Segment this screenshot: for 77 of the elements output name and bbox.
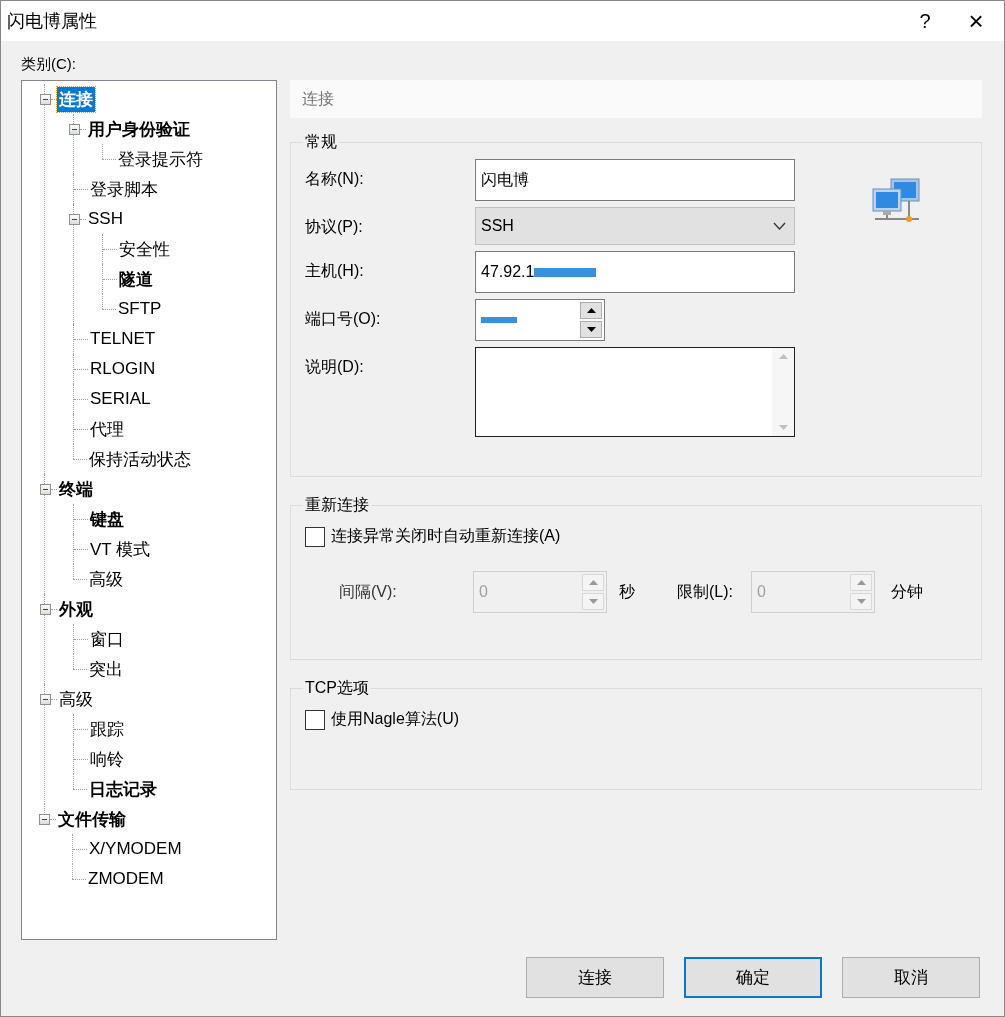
tree-item[interactable]: 连接 xyxy=(57,86,95,112)
field-label: 限制(L): xyxy=(677,581,734,602)
collapse-icon[interactable] xyxy=(69,123,80,135)
tree-item[interactable]: TELNET xyxy=(88,328,158,350)
category-label: 类别(C): xyxy=(21,55,77,74)
collapse-icon[interactable] xyxy=(39,813,50,825)
field-label: 主机(H): xyxy=(305,261,365,281)
spin-up-button[interactable] xyxy=(580,302,602,319)
checkbox[interactable] xyxy=(305,526,325,547)
tree-item[interactable]: 用户身份验证 xyxy=(86,116,192,142)
tree-item[interactable]: 窗口 xyxy=(88,626,126,652)
tree-item[interactable]: 文件传输 xyxy=(56,806,128,832)
field-label: 说明(D): xyxy=(305,357,365,377)
page-header: 连接 xyxy=(290,80,982,118)
tree-item[interactable]: 登录脚本 xyxy=(88,176,160,202)
spin-field[interactable] xyxy=(475,299,605,341)
tree-item[interactable]: SFTP xyxy=(116,298,164,320)
tree-item[interactable]: 高级 xyxy=(57,686,95,712)
up-arrow-icon xyxy=(588,580,598,585)
field-label: 间隔(V): xyxy=(339,581,398,602)
tree-item[interactable]: ZMODEM xyxy=(86,868,166,890)
description-field[interactable] xyxy=(475,347,795,437)
tree-item[interactable]: 键盘 xyxy=(88,506,126,532)
tree-item[interactable]: 跟踪 xyxy=(88,716,126,742)
tree-item[interactable]: X/YMODEM xyxy=(87,838,184,860)
down-arrow-icon xyxy=(588,599,598,604)
tree-item[interactable]: 登录提示符 xyxy=(116,146,205,172)
group-title: TCP选项 xyxy=(304,678,370,698)
scroll-up-icon xyxy=(778,354,788,359)
checkbox[interactable] xyxy=(305,709,325,730)
group-title: 重新连接 xyxy=(304,495,370,515)
redaction-mark xyxy=(481,316,517,324)
tree-item[interactable]: 高级 xyxy=(87,566,125,592)
host-field[interactable]: 47.92.1 xyxy=(475,251,795,293)
tree-item[interactable]: 突出 xyxy=(87,656,125,682)
close-button[interactable]: × xyxy=(948,1,1004,41)
tree-item[interactable]: 日志记录 xyxy=(87,776,159,802)
collapse-icon[interactable] xyxy=(40,693,51,705)
protocol-dropdown[interactable]: SSH xyxy=(475,207,795,245)
tree-item[interactable]: 安全性 xyxy=(117,236,172,262)
field-label: 协议(P): xyxy=(305,217,364,237)
tree-item[interactable]: 隧道 xyxy=(117,266,155,292)
down-arrow-icon xyxy=(856,599,866,604)
collapse-icon[interactable] xyxy=(40,483,51,495)
network-computers-icon xyxy=(871,177,923,225)
field-label: 端口号(O): xyxy=(305,309,382,329)
dialog-button[interactable]: 确定 xyxy=(684,957,822,998)
help-button[interactable]: ? xyxy=(902,1,948,41)
spin-down-button[interactable] xyxy=(580,321,602,338)
tree-item[interactable]: 终端 xyxy=(57,476,95,502)
tree-item[interactable]: 外观 xyxy=(57,596,95,622)
window-title: 闪电博属性 xyxy=(7,10,98,33)
chevron-down-icon xyxy=(773,222,786,230)
tree-item[interactable]: 响铃 xyxy=(88,746,126,772)
tree-item[interactable]: 代理 xyxy=(88,416,126,442)
dialog-button[interactable]: 取消 xyxy=(842,957,980,998)
checkbox-label: 使用Nagle算法(U) xyxy=(331,709,459,729)
tree-item[interactable]: 保持活动状态 xyxy=(87,446,193,472)
field-label: 名称(N): xyxy=(305,169,365,189)
up-arrow-icon xyxy=(856,580,866,585)
tree-item[interactable]: VT 模式 xyxy=(88,536,153,562)
checkbox-label: 连接异常关闭时自动重新连接(A) xyxy=(331,526,561,546)
collapse-icon[interactable] xyxy=(69,213,80,225)
group-title: 常规 xyxy=(304,132,338,152)
tree-item[interactable]: RLOGIN xyxy=(88,358,158,380)
tree-item[interactable]: SERIAL xyxy=(88,388,153,410)
up-arrow-icon xyxy=(586,308,596,313)
down-arrow-icon xyxy=(586,327,596,332)
collapse-icon[interactable] xyxy=(40,603,51,615)
collapse-icon[interactable] xyxy=(40,93,51,105)
unit-label: 分钟 xyxy=(891,581,924,602)
unit-label: 秒 xyxy=(619,581,636,602)
name-field[interactable]: 闪电博 xyxy=(475,159,795,201)
tree-item[interactable]: SSH xyxy=(86,208,125,230)
dialog-button[interactable]: 连接 xyxy=(526,957,664,998)
redaction-mark xyxy=(534,266,597,278)
scroll-down-icon xyxy=(778,425,788,430)
